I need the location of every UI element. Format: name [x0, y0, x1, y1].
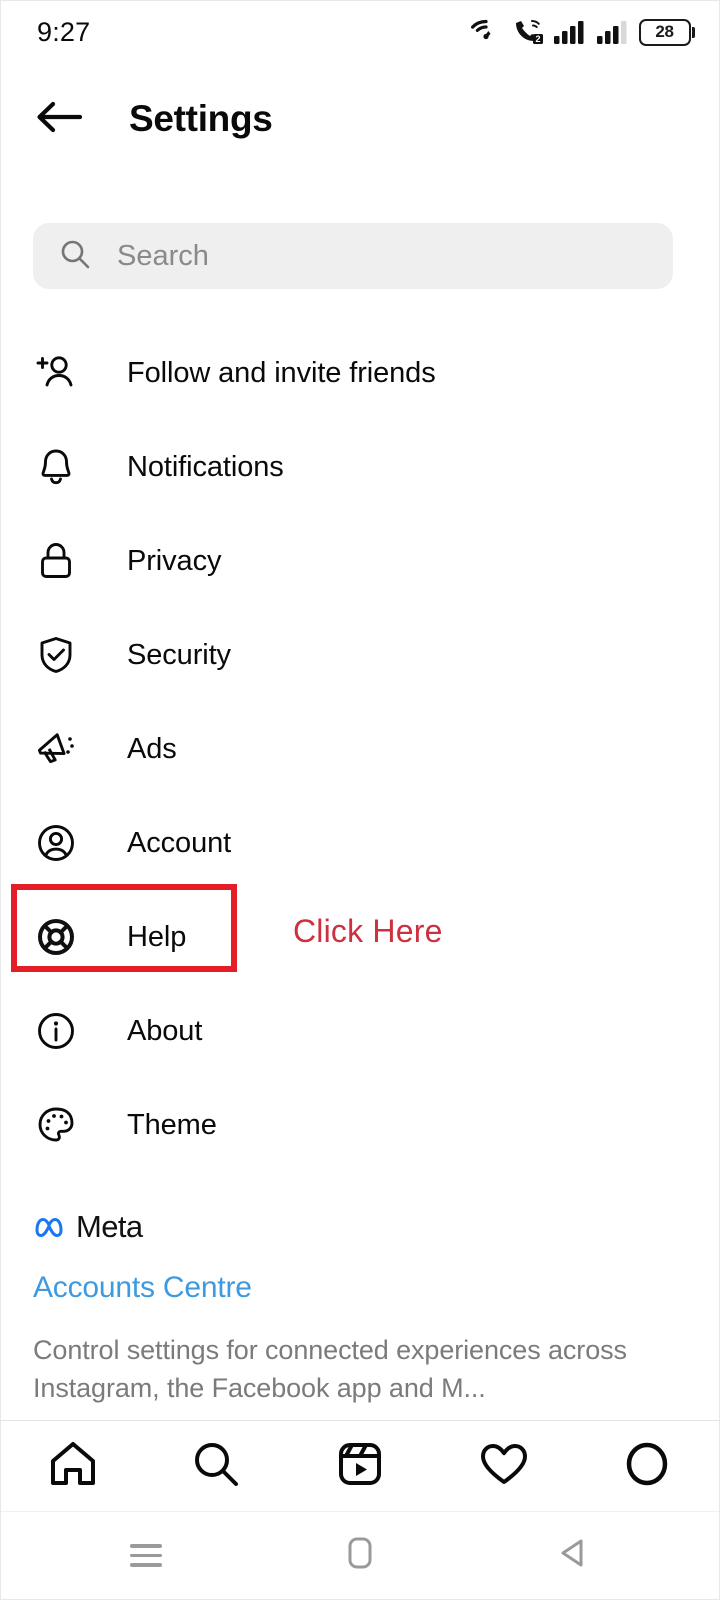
lock-icon: [33, 538, 79, 584]
battery-icon: 28: [638, 18, 695, 46]
reels-icon: [333, 1437, 387, 1496]
menu-item-about[interactable]: About: [1, 984, 719, 1078]
menu-item-follow-and-invite-friends[interactable]: Follow and invite friends: [1, 326, 719, 420]
wifi-icon: [469, 18, 503, 46]
bottom-tab-bar: [1, 1420, 719, 1512]
arrow-left-icon: [36, 100, 83, 139]
system-recents-button[interactable]: [111, 1526, 181, 1586]
menu-item-label: Privacy: [127, 544, 222, 577]
menu-item-ads[interactable]: Ads: [1, 702, 719, 796]
menu-item-label: Follow and invite friends: [127, 356, 436, 389]
menu-item-label: Ads: [127, 732, 177, 765]
menu-item-notifications[interactable]: Notifications: [1, 420, 719, 514]
settings-menu: Follow and invite friends Notifications …: [1, 326, 719, 1172]
search-input[interactable]: Search: [33, 223, 673, 289]
battery-cap: [692, 26, 695, 38]
meta-infinity-logo-icon: [33, 1212, 69, 1243]
triangle-back-icon: [555, 1534, 593, 1577]
info-circle-icon: [33, 1008, 79, 1054]
accounts-centre-link[interactable]: Accounts Centre: [33, 1271, 687, 1305]
signal-bars-sim2-icon: [596, 19, 630, 45]
svg-text:2: 2: [535, 34, 540, 44]
menu-item-label: Theme: [127, 1108, 217, 1141]
megaphone-icon: [33, 726, 79, 772]
tab-profile[interactable]: [604, 1431, 690, 1503]
profile-circle-icon: [620, 1437, 674, 1496]
search-icon: [189, 1437, 243, 1496]
page-title: Settings: [129, 98, 273, 139]
person-add-icon: [33, 350, 79, 396]
status-time: 9:27: [37, 16, 91, 47]
menu-item-account[interactable]: Account: [1, 796, 719, 890]
menu-item-label: About: [127, 1014, 203, 1047]
signal-bars-sim1-icon: [553, 19, 587, 45]
user-circle-icon: [33, 820, 79, 866]
meta-brand: Meta: [33, 1209, 687, 1245]
menu-item-label: Notifications: [127, 450, 284, 483]
tab-search[interactable]: [173, 1431, 259, 1503]
system-navigation-bar: [1, 1511, 719, 1599]
palette-icon: [33, 1102, 79, 1148]
tab-reels[interactable]: [317, 1431, 403, 1503]
menu-item-label: Security: [127, 638, 231, 671]
menu-item-theme[interactable]: Theme: [1, 1078, 719, 1172]
status-icon-group: 2 28: [469, 18, 695, 46]
battery-level-text: 28: [638, 18, 691, 46]
search-placeholder: Search: [117, 239, 209, 272]
app-bar: Settings: [1, 79, 719, 159]
click-here-callout: Click Here: [293, 913, 443, 949]
meta-section: Meta Accounts Centre Control settings fo…: [33, 1209, 687, 1408]
meta-description: Control settings for connected experienc…: [33, 1335, 627, 1404]
system-back-button[interactable]: [539, 1526, 609, 1586]
menu-item-security[interactable]: Security: [1, 608, 719, 702]
menu-lines-icon: [130, 1538, 162, 1573]
meta-brand-label: Meta: [76, 1209, 143, 1244]
search-icon: [59, 238, 91, 275]
menu-item-label: Help: [127, 920, 187, 953]
menu-item-label: Account: [127, 826, 232, 859]
tab-activity[interactable]: [461, 1431, 547, 1503]
rounded-square-icon: [343, 1533, 377, 1578]
phone-screen: 9:27 2 28 Settings Search Follow and inv…: [1, 1, 719, 1599]
lifebuoy-icon: [33, 914, 79, 960]
menu-item-privacy[interactable]: Privacy: [1, 514, 719, 608]
tab-home[interactable]: [30, 1431, 116, 1503]
home-icon: [46, 1437, 100, 1496]
back-button[interactable]: [31, 91, 87, 147]
system-home-button[interactable]: [325, 1526, 395, 1586]
status-bar: 9:27 2 28: [1, 1, 719, 63]
bell-icon: [33, 444, 79, 490]
heart-icon: [477, 1437, 531, 1496]
call-forward-icon: 2: [512, 18, 544, 46]
shield-check-icon: [33, 632, 79, 678]
